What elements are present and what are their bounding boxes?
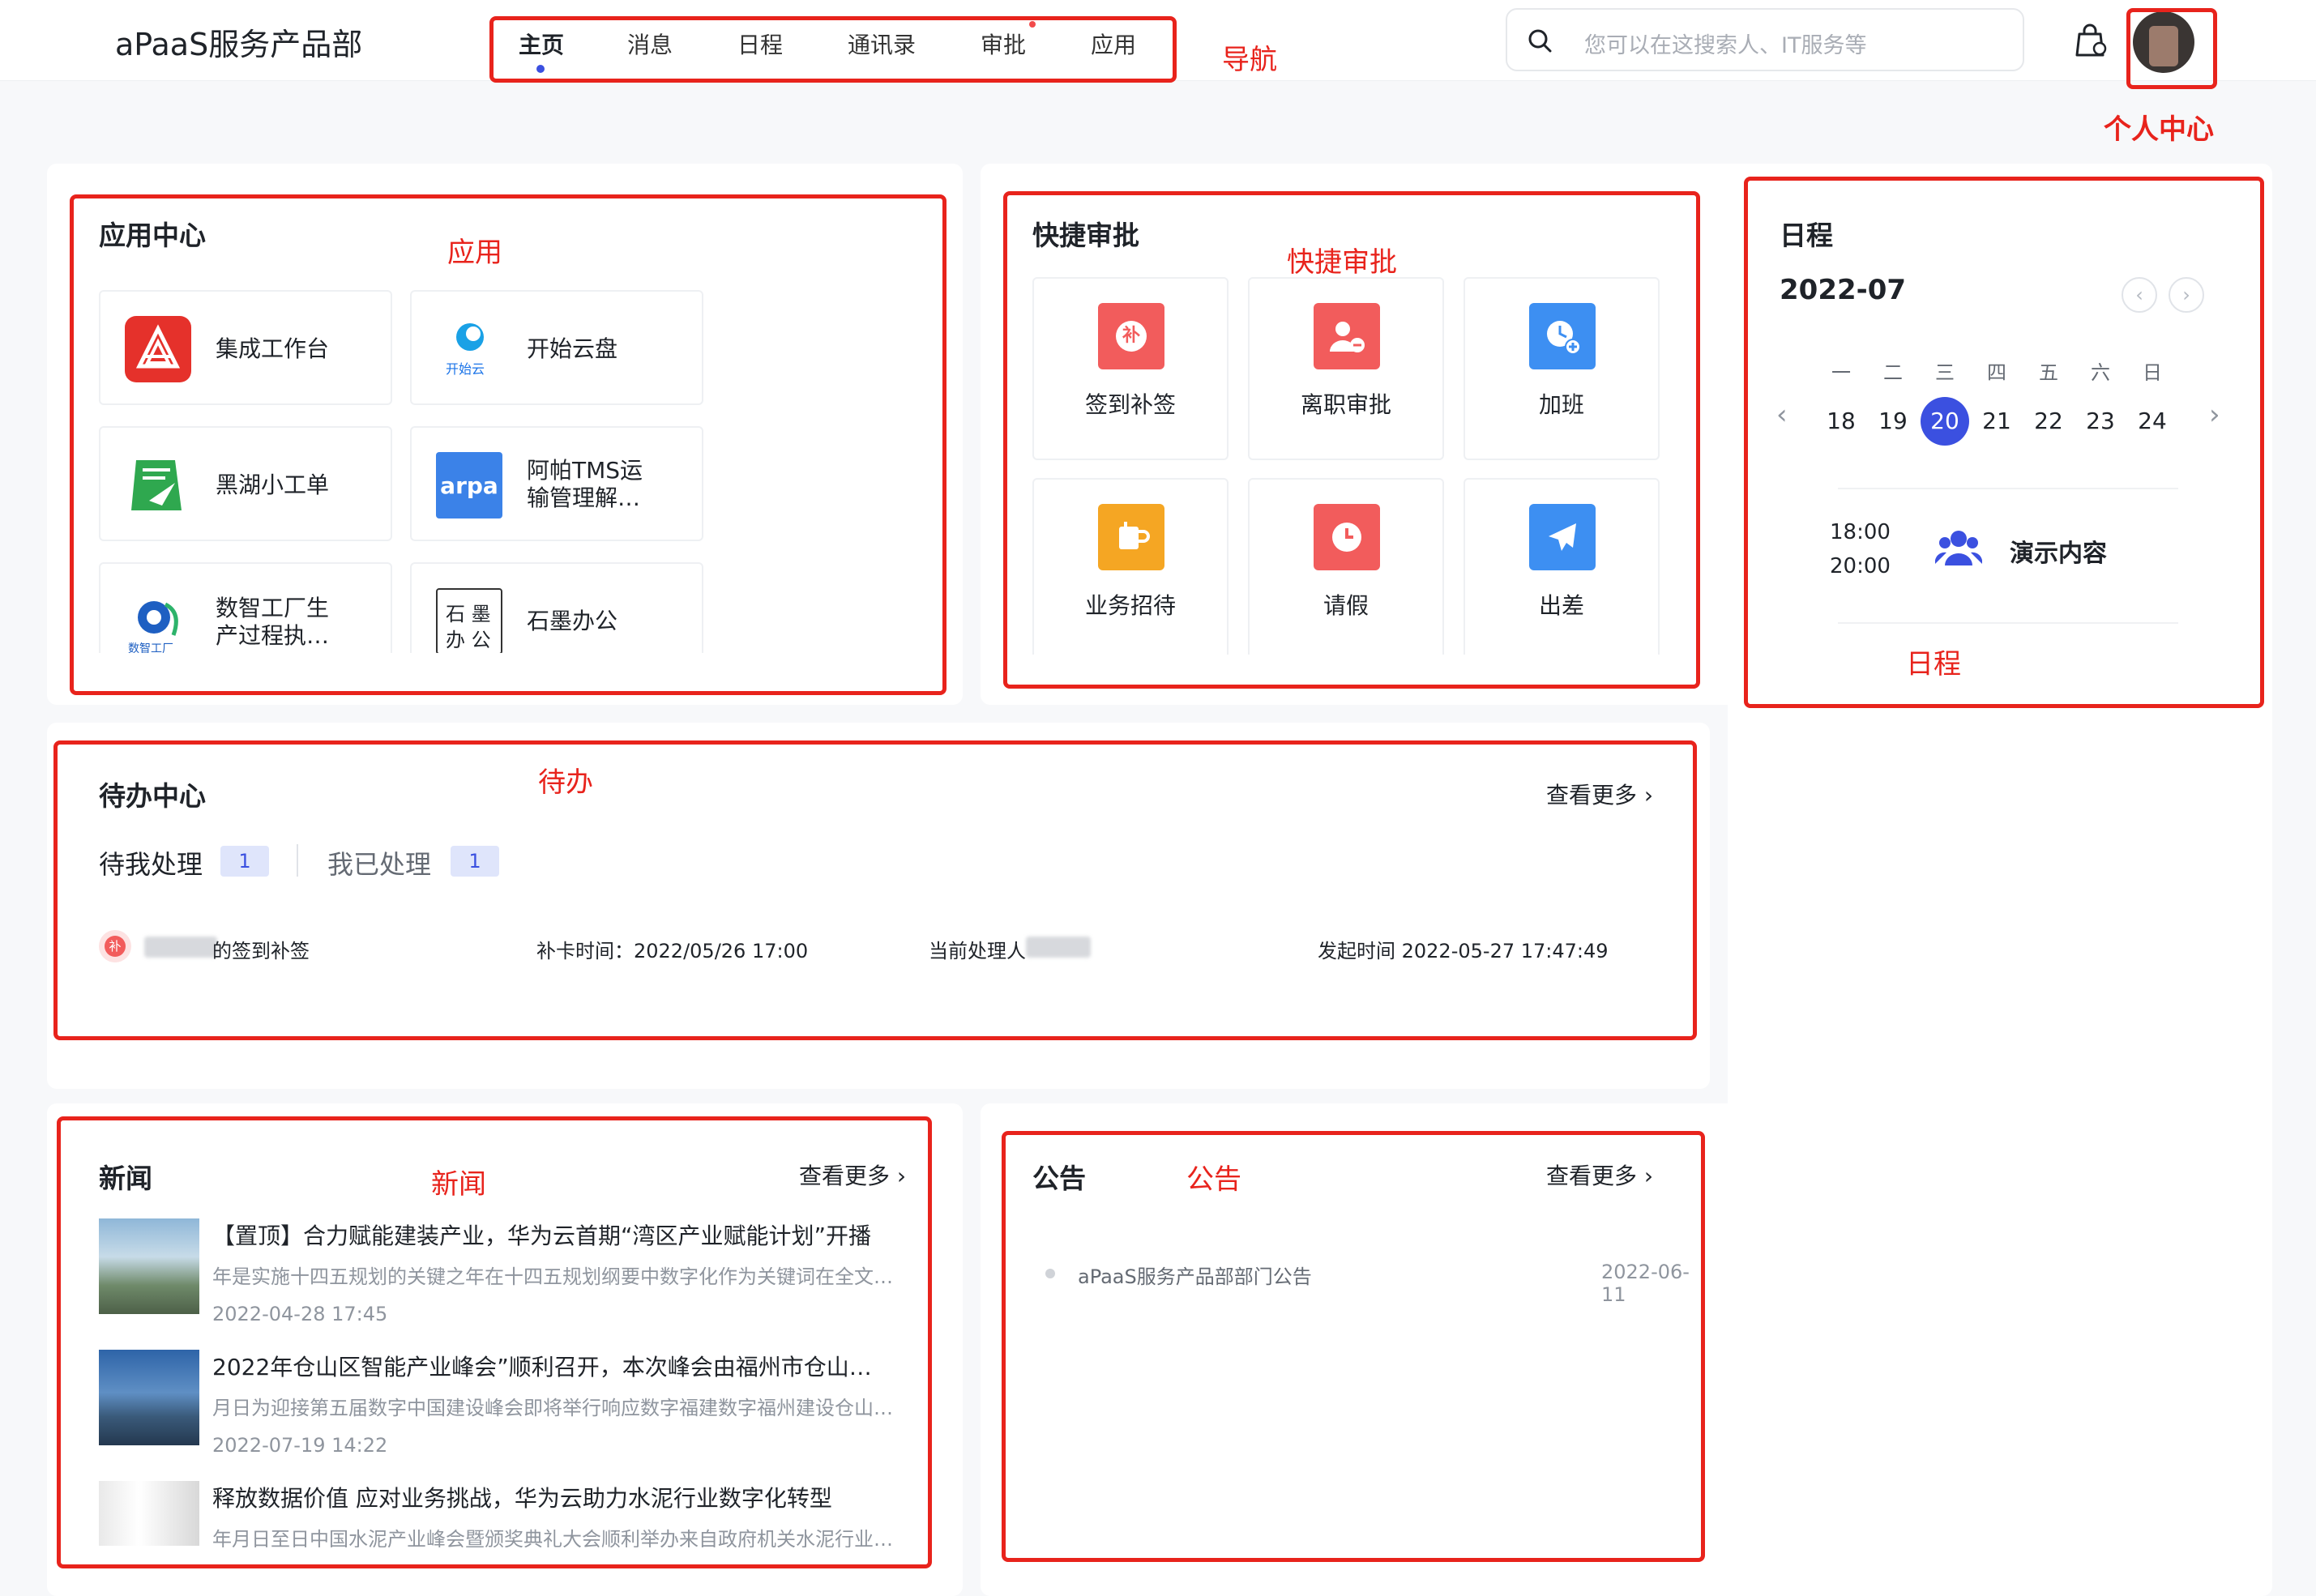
annotation-label-apps: 应用 [447, 237, 502, 269]
annotation-box-todo [53, 740, 1697, 1040]
annotation-label-profile: 个人中心 [2104, 113, 2214, 146]
annotation-box-apps [70, 194, 946, 695]
annotation-label-quick: 快捷审批 [1287, 246, 1397, 279]
annotation-label-todo: 待办 [538, 766, 593, 799]
annotation-label-nav: 导航 [1222, 44, 1277, 76]
annotation-box-news [57, 1116, 932, 1568]
search-placeholder: 您可以在这搜索人、IT服务等 [1584, 33, 1867, 58]
annotation-label-notice: 公告 [1186, 1163, 1241, 1196]
annotation-box-notice [1002, 1131, 1705, 1562]
bag-help-icon[interactable] [2073, 23, 2109, 58]
annotation-box-schedule [1744, 177, 2264, 708]
annotation-label-schedule: 日程 [1906, 648, 1961, 681]
annotation-box-nav [489, 16, 1177, 83]
search-bar[interactable]: 您可以在这搜索人、IT服务等 [1506, 8, 2024, 71]
brand-title[interactable]: aPaaS服务产品部 [115, 19, 362, 64]
search-icon [1528, 29, 1552, 53]
annotation-label-news: 新闻 [431, 1168, 486, 1201]
annotation-box-profile [2126, 8, 2217, 89]
